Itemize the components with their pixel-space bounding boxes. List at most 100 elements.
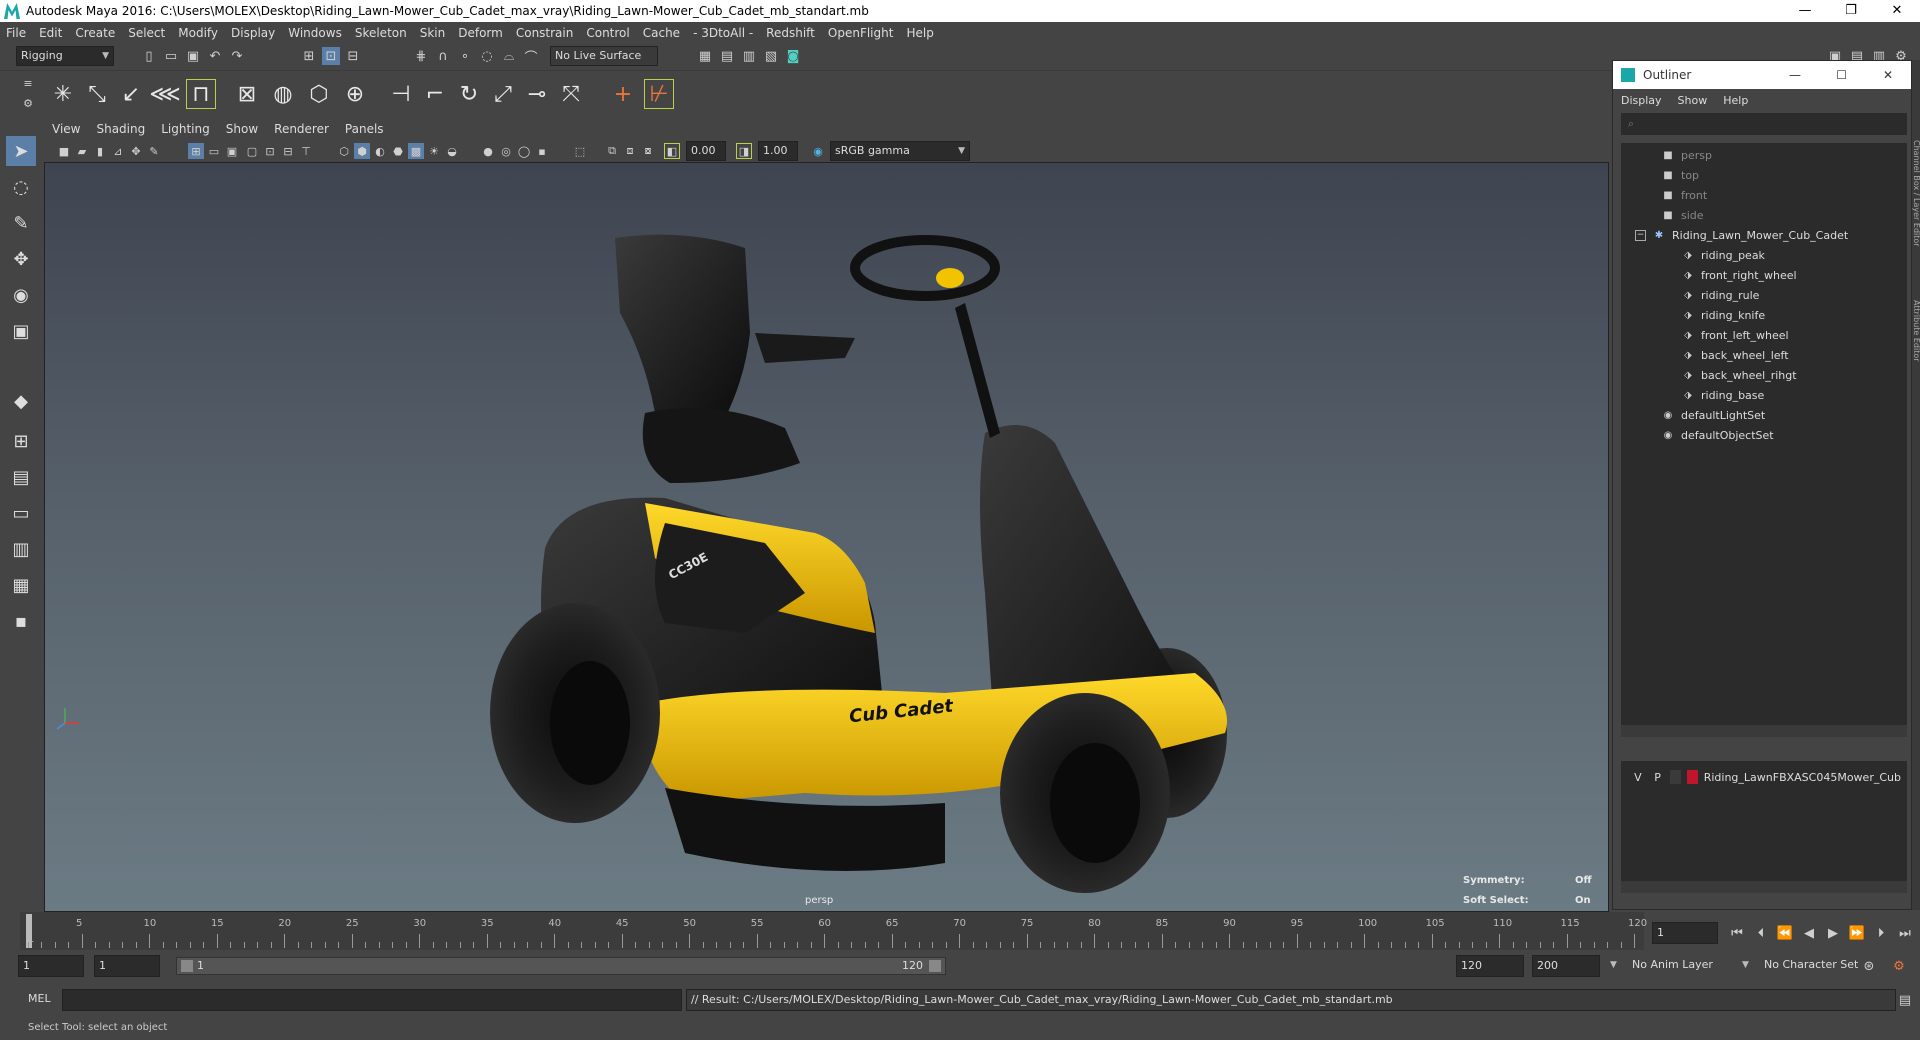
open-scene-icon[interactable]: ▭ [162,47,180,65]
outliner-item-persp[interactable]: ■ persp [1661,145,1712,165]
anti-alias-icon[interactable]: ◯ [516,143,532,159]
menu-3dtoall[interactable]: - 3DtoAll - [693,26,753,40]
menu-help[interactable]: Help [906,26,933,40]
locator-icon[interactable]: ⊣ [386,79,416,109]
channel-box-tab[interactable]: Channel Box / Layer Editor [1912,140,1920,247]
shelf-menu-icon[interactable]: ⚙ [20,95,36,111]
snap-live-icon[interactable]: ⌒ [522,47,540,66]
snap-point-icon[interactable]: ∘ [456,47,474,65]
blendshape-icon[interactable]: ⊕ [340,79,370,109]
camera-attr-icon[interactable]: ▰ [74,143,90,159]
current-frame-field[interactable]: 1 [1652,922,1718,944]
outliner-item-front-right-wheel[interactable]: ⬗ front_right_wheel [1681,265,1796,285]
outliner-item-side[interactable]: ■ side [1661,205,1703,225]
snap-view-icon[interactable]: ◌ [478,47,496,65]
joint-tool-icon[interactable]: ✳ [48,79,78,109]
outliner-layout-icon[interactable]: ▤ [6,462,36,492]
snap-surface-icon[interactable]: ⌓ [500,47,518,65]
isolate-select-icon[interactable]: ⬚ [572,143,588,159]
aim-constraint-icon[interactable]: ⊸ [522,79,552,109]
collapse-icon[interactable]: − [1635,229,1646,241]
range-slider-bar[interactable]: 1 120 [176,957,946,975]
use-all-lights-icon[interactable]: ☀ [426,143,442,159]
four-view-layout-icon[interactable]: ⊞ [6,426,36,456]
close-button[interactable]: ✕ [1874,0,1920,22]
step-forward-icon[interactable]: ⏵ [1872,924,1890,942]
restore-button[interactable]: ❐ [1828,0,1874,22]
exposure-field[interactable]: 0.00 [686,141,726,161]
grid-icon[interactable]: ⊞ [188,143,204,159]
select-hierarchy-icon[interactable]: ⊞ [300,47,318,65]
outliner-horizontal-scrollbar[interactable] [1621,725,1907,737]
outliner-item-riding-knife[interactable]: ⬗ riding_knife [1681,305,1765,325]
playback-end-field[interactable]: 120 [1456,955,1524,977]
set-driven-key-icon[interactable]: ⊬ [644,79,674,109]
outliner-maximize-button[interactable]: ☐ [1836,68,1847,82]
step-back-icon[interactable]: ⏴ [1752,924,1770,942]
animation-prefs-icon[interactable]: ⚙ [1890,957,1908,975]
menu-constrain[interactable]: Constrain [516,26,574,40]
outliner-search-field[interactable]: ⌕ [1621,113,1907,135]
gamma-icon[interactable]: ◨ [736,143,752,159]
anim-layer-dropdown[interactable]: ▼ No Anim Layer [1608,955,1740,977]
range-handle-right[interactable] [929,960,941,972]
layer-playback-toggle[interactable]: P [1651,771,1665,784]
outliner-item-top[interactable]: ■ top [1661,165,1699,185]
save-scene-icon[interactable]: ▣ [184,47,202,65]
insert-joint-icon[interactable]: ⋘ [149,79,180,109]
gamma-field[interactable]: 1.00 [758,141,798,161]
add-attribute-icon[interactable]: + [608,79,638,109]
undo-icon[interactable]: ↶ [206,47,224,65]
layer-color-swatch[interactable] [1687,770,1698,784]
point-constraint-icon[interactable]: ⌐ [420,79,450,109]
2d-pan-icon[interactable]: ✥ [128,143,144,159]
select-object-icon[interactable]: ⊡ [322,47,340,65]
command-input[interactable] [62,989,682,1011]
orient-constraint-icon[interactable]: ↻ [454,79,484,109]
color-management-icon[interactable]: ◉ [810,143,826,159]
camera-select-icon[interactable]: ■ [56,143,72,159]
menu-file[interactable]: File [6,26,26,40]
screen-space-ao-icon[interactable]: ● [480,143,496,159]
display-layer-row[interactable]: V P Riding_LawnFBXASC045Mower_Cub [1631,767,1901,787]
outliner-minimize-button[interactable]: — [1789,68,1801,82]
render-view-icon[interactable]: ▦ [696,47,714,65]
redo-icon[interactable]: ↷ [228,47,246,65]
lattice-icon[interactable]: ⊠ [232,79,262,109]
hypergraph-layout-icon[interactable]: ▥ [6,534,36,564]
menu-edit[interactable]: Edit [39,26,62,40]
outliner-menu-display[interactable]: Display [1621,94,1662,107]
snap-curve-icon[interactable]: ∩ [434,47,452,65]
xray-icon[interactable]: ⧉ [604,143,620,159]
wrap-icon[interactable]: ◍ [268,79,298,109]
playback-start-field[interactable]: 1 [94,955,160,977]
smooth-shade-icon[interactable]: ⬢ [354,143,370,159]
move-tool-icon[interactable]: ✥ [6,244,36,274]
outliner-item-riding-peak[interactable]: ⬗ riding_peak [1681,245,1765,265]
hypershade-icon[interactable]: ◙ [784,47,802,65]
script-editor-icon[interactable]: ▤ [1896,991,1914,1009]
ipr-render-icon[interactable]: ▥ [740,47,758,65]
lasso-tool-icon[interactable]: ◌ [6,172,36,202]
menu-skeleton[interactable]: Skeleton [355,26,407,40]
go-to-start-icon[interactable]: ⏮ [1728,924,1746,942]
safe-action-icon[interactable]: ⊟ [280,143,296,159]
outliner-menu-show[interactable]: Show [1678,94,1708,107]
panel-menu-panels[interactable]: Panels [345,122,384,136]
menu-openflight[interactable]: OpenFlight [828,26,894,40]
menu-cache[interactable]: Cache [643,26,680,40]
paint-select-icon[interactable]: ✎ [6,208,36,238]
new-scene-icon[interactable]: ▯ [140,47,158,65]
graph-layout-icon[interactable]: ▭ [6,498,36,528]
play-forward-icon[interactable]: ▶ [1824,924,1842,942]
perspective-viewport[interactable]: Cub Cadet CC30E persp Symmetry: Off Soft… [44,162,1609,912]
lawn-mower-model[interactable] [45,163,1609,912]
snap-grid-icon[interactable]: ⋕ [412,47,430,65]
parent-constraint-icon[interactable]: ⤢ [488,79,518,109]
outliner-menu-help[interactable]: Help [1723,94,1748,107]
layer-horizontal-scrollbar[interactable] [1621,881,1907,893]
outliner-item-back-wheel-rihgt[interactable]: ⬗ back_wheel_rihgt [1681,365,1796,385]
outliner-item-group[interactable]: − ✱ Riding_Lawn_Mower_Cub_Cadet [1635,225,1848,245]
render-settings-icon[interactable]: ▧ [762,47,780,65]
single-view-layout-icon[interactable]: ◆ [6,386,36,416]
